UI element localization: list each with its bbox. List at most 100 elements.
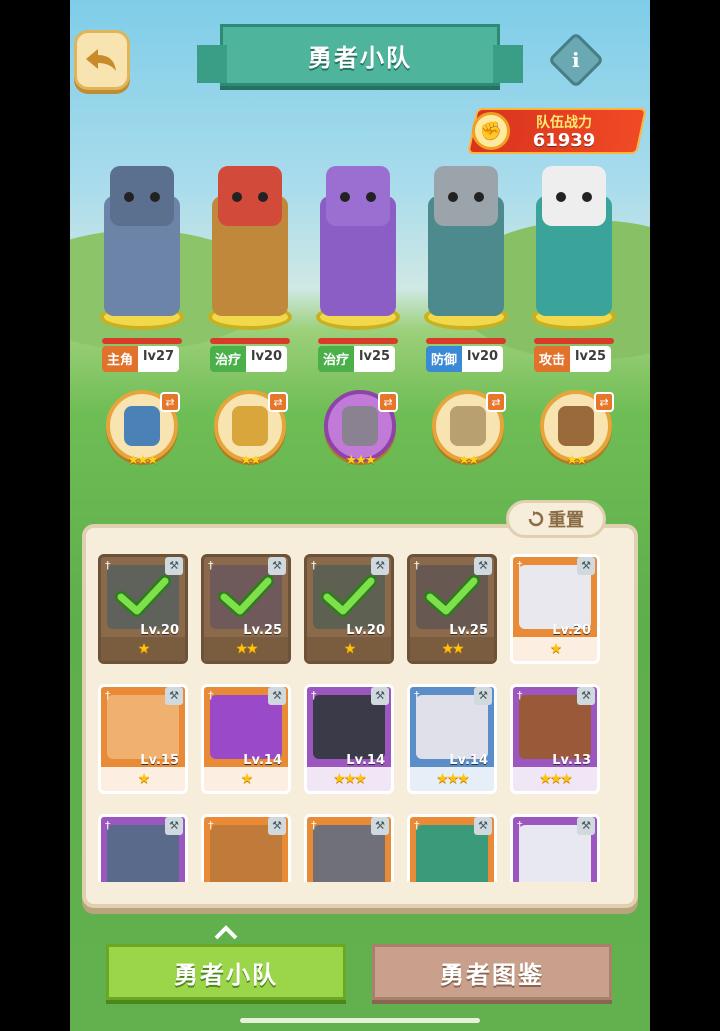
hammer-icon: ⚒ — [268, 687, 286, 705]
hero-health-bar — [534, 338, 614, 344]
swap-icon[interactable]: ⇄ — [486, 392, 506, 412]
checkmark-icon — [424, 575, 480, 617]
hammer-icon: ⚒ — [268, 817, 286, 835]
hero-card[interactable]: † ⚒ — [304, 814, 394, 882]
hero-eye — [366, 192, 376, 202]
hero-level: lv20 — [246, 346, 288, 372]
hero-head — [218, 166, 282, 226]
hero-eye — [582, 192, 592, 202]
hero-card[interactable]: † ⚒ Lv.13 ★★★ — [510, 684, 600, 794]
checkmark-icon — [321, 575, 377, 617]
sword-icon: † — [208, 689, 214, 702]
sword-icon: † — [105, 559, 111, 572]
hero-card-level: Lv.14 — [449, 753, 488, 768]
hero-eye — [556, 192, 566, 202]
hero-card-level: Lv.14 — [346, 753, 385, 768]
hero-card-level: Lv.20 — [346, 623, 385, 638]
sword-icon: † — [105, 819, 111, 832]
back-arrow-icon — [86, 49, 116, 71]
hero-card-stars: ★★★ — [410, 767, 494, 791]
hero-head — [434, 166, 498, 226]
hero-card-level: Lv.20 — [140, 623, 179, 638]
hero-card-stars: ★ — [101, 767, 185, 791]
pet-slot[interactable]: ⇄ ★★★ — [106, 390, 180, 468]
hero-level: lv27 — [138, 346, 180, 372]
hero-card-level: Lv.25 — [243, 623, 282, 638]
hero-head — [326, 166, 390, 226]
hero-level: lv20 — [462, 346, 504, 372]
sword-icon: † — [208, 559, 214, 572]
hero-card[interactable]: † ⚒ Lv.20 ★ — [98, 554, 188, 664]
hero-eye — [448, 192, 458, 202]
hammer-icon: ⚒ — [577, 557, 595, 575]
hammer-icon: ⚒ — [165, 687, 183, 705]
swap-icon[interactable]: ⇄ — [268, 392, 288, 412]
hero-role-tag: 主角 lv27 — [102, 338, 182, 372]
pet-slot[interactable]: ⇄ ★★ — [432, 390, 506, 468]
hero-card-stars: ★★★ — [307, 767, 391, 791]
tab-hero-encyclopedia[interactable]: 勇者图鉴 — [372, 944, 612, 1000]
home-indicator[interactable] — [240, 1018, 480, 1023]
pet-slot[interactable]: ⇄ ★★ — [540, 390, 614, 468]
back-button[interactable] — [74, 30, 130, 90]
hero-card-stars: ★★ — [204, 637, 288, 661]
hero-card[interactable]: † ⚒ Lv.15 ★ — [98, 684, 188, 794]
chevron-up-icon[interactable] — [214, 924, 238, 940]
hero-card[interactable]: † ⚒ Lv.25 ★★ — [201, 554, 291, 664]
title-banner: 勇者小队 — [197, 24, 523, 86]
hero-slot[interactable] — [524, 130, 624, 330]
hero-card-stars: ★★ — [410, 637, 494, 661]
hammer-icon: ⚒ — [371, 817, 389, 835]
sword-icon: † — [208, 819, 214, 832]
sword-icon: † — [311, 559, 317, 572]
hero-slot[interactable] — [308, 130, 408, 330]
hero-eye — [124, 192, 134, 202]
hero-health-bar — [210, 338, 290, 344]
swap-icon[interactable]: ⇄ — [160, 392, 180, 412]
hero-card[interactable]: † ⚒ Lv.14 ★★★ — [407, 684, 497, 794]
sword-icon: † — [517, 559, 523, 572]
sword-icon: † — [517, 689, 523, 702]
hero-role: 防御 — [426, 346, 463, 372]
hero-card[interactable]: † ⚒ — [510, 814, 600, 882]
hero-card[interactable]: † ⚒ Lv.20 ★ — [510, 554, 600, 664]
pet-portrait — [342, 406, 378, 446]
game-screen: 勇者小队 i ✊ 队伍战力 61939 主角 lv27 治疗 lv20 治疗 lv25 防御… — [70, 0, 650, 1031]
hero-card-level: Lv.15 — [140, 753, 179, 768]
hero-slot[interactable] — [92, 130, 192, 330]
hero-role-tag: 防御 lv20 — [426, 338, 506, 372]
sword-icon: † — [414, 689, 420, 702]
info-button[interactable]: i — [547, 31, 605, 89]
hero-card[interactable]: † ⚒ Lv.14 ★ — [201, 684, 291, 794]
hero-role-tag: 治疗 lv25 — [318, 338, 398, 372]
checkmark-icon — [218, 575, 274, 617]
pet-portrait — [450, 406, 486, 446]
hero-card-stars: ★ — [101, 637, 185, 661]
pet-stars: ★★★ — [127, 453, 159, 468]
hammer-icon: ⚒ — [165, 817, 183, 835]
pet-slot[interactable]: ⇄ ★★★ — [324, 390, 398, 468]
hero-card[interactable]: † ⚒ — [98, 814, 188, 882]
reset-icon — [528, 511, 544, 527]
sword-icon: † — [311, 819, 317, 832]
hero-card[interactable]: † ⚒ Lv.20 ★ — [304, 554, 394, 664]
sword-icon: † — [311, 689, 317, 702]
swap-icon[interactable]: ⇄ — [594, 392, 614, 412]
reset-label: 重置 — [548, 510, 584, 531]
hero-card[interactable]: † ⚒ Lv.14 ★★★ — [304, 684, 394, 794]
hero-card[interactable]: † ⚒ — [407, 814, 497, 882]
sword-icon: † — [414, 559, 420, 572]
hero-eye — [150, 192, 160, 202]
pet-slot[interactable]: ⇄ ★★ — [214, 390, 288, 468]
reset-button[interactable]: 重置 — [506, 500, 606, 538]
hammer-icon: ⚒ — [474, 687, 492, 705]
tab-hero-team[interactable]: 勇者小队 — [106, 944, 346, 1000]
hero-card[interactable]: † ⚒ Lv.25 ★★ — [407, 554, 497, 664]
swap-icon[interactable]: ⇄ — [378, 392, 398, 412]
hero-slot[interactable] — [416, 130, 516, 330]
hero-card[interactable]: † ⚒ — [201, 814, 291, 882]
hero-eye — [258, 192, 268, 202]
hero-slot[interactable] — [200, 130, 300, 330]
hero-card-stars: ★ — [307, 637, 391, 661]
hero-role: 主角 — [102, 346, 139, 372]
